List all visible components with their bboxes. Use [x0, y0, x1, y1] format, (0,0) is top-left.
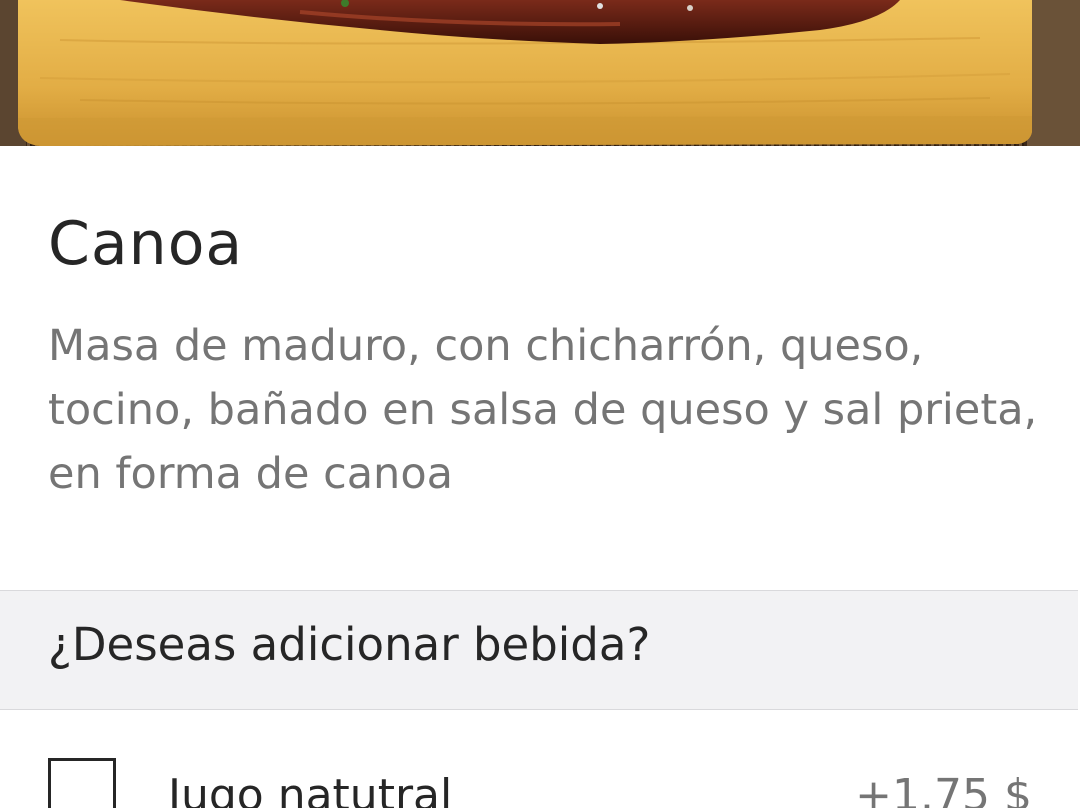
- product-title: Canoa: [48, 209, 244, 279]
- addon-option-price: +1.75 $: [855, 770, 1032, 808]
- addons-section-title: ¿Deseas adicionar bebida?: [48, 618, 651, 671]
- product-description: Masa de maduro, con chicharrón, queso, t…: [48, 321, 1038, 499]
- addon-option-row[interactable]: Jugo natutral +1.75 $: [0, 730, 1080, 808]
- product-image: [0, 0, 1080, 146]
- addons-section-header: ¿Deseas adicionar bebida?: [0, 590, 1078, 710]
- checkbox-unchecked-icon[interactable]: [48, 758, 116, 808]
- food-photo-illustration: [0, 0, 1080, 146]
- addon-option-label: Jugo natutral: [168, 770, 453, 808]
- product-detail-page: Canoa Masa de maduro, con chicharrón, qu…: [0, 0, 1080, 808]
